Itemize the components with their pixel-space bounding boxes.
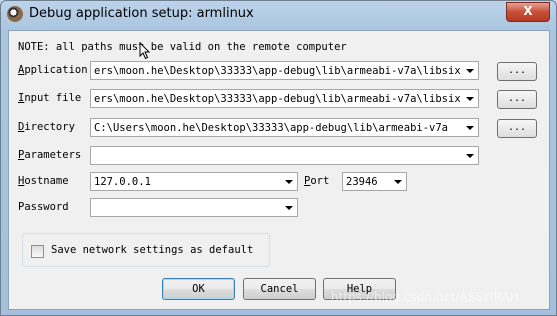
chevron-down-icon[interactable] <box>462 147 478 164</box>
title-bar[interactable]: Debug application setup: armlinux X <box>1 1 556 29</box>
password-label: Password <box>18 201 69 213</box>
hostname-label: Hostname <box>18 175 69 187</box>
chevron-down-icon[interactable] <box>462 119 478 136</box>
chevron-down-icon[interactable] <box>462 90 478 107</box>
input-file-value: ers\moon.he\Desktop\33333\app-debug\lib\… <box>94 93 479 105</box>
close-button[interactable]: X <box>506 2 550 22</box>
chevron-down-icon[interactable] <box>281 173 297 190</box>
save-settings-label[interactable]: Save network settings as default <box>51 244 253 256</box>
chevron-down-icon[interactable] <box>390 173 406 190</box>
input-file-browse-button[interactable]: ... <box>497 90 537 109</box>
directory-value: C:\Users\moon.he\Desktop\33333\app-debug… <box>94 122 449 134</box>
password-combo[interactable] <box>90 198 298 217</box>
app-icon <box>7 6 23 22</box>
note-text: NOTE: all paths must be valid on the rem… <box>18 41 347 53</box>
directory-label: Directory <box>18 121 75 133</box>
mouse-cursor-icon <box>139 42 151 60</box>
directory-browse-button[interactable]: ... <box>497 119 537 138</box>
save-settings-checkbox[interactable] <box>31 245 44 258</box>
port-combo[interactable]: 23946 <box>342 172 407 191</box>
watermark-text: https://blog.csdn.net/ASSYIRAH <box>331 290 519 304</box>
port-value: 23946 <box>346 176 378 188</box>
ok-button[interactable]: OK <box>162 278 235 300</box>
application-label: Application <box>18 64 88 76</box>
debug-setup-dialog: Debug application setup: armlinux X NOTE… <box>0 0 557 316</box>
application-value: ers\moon.he\Desktop\33333\app-debug\lib\… <box>94 65 479 77</box>
application-browse-button[interactable]: ... <box>497 62 537 81</box>
directory-combo[interactable]: C:\Users\moon.he\Desktop\33333\app-debug… <box>90 118 479 137</box>
chevron-down-icon[interactable] <box>281 199 297 216</box>
hostname-combo[interactable]: 127.0.0.1 <box>90 172 298 191</box>
chevron-down-icon[interactable] <box>462 62 478 79</box>
window-title: Debug application setup: armlinux <box>29 6 254 21</box>
application-combo[interactable]: ers\moon.he\Desktop\33333\app-debug\lib\… <box>90 61 479 80</box>
input-file-label: Input file <box>18 92 82 104</box>
cancel-button[interactable]: Cancel <box>243 278 316 300</box>
dialog-body: NOTE: all paths must be valid on the rem… <box>8 30 550 310</box>
port-label: Port <box>304 175 330 187</box>
save-settings-group: Save network settings as default <box>22 233 270 267</box>
parameters-combo[interactable] <box>90 146 479 165</box>
parameters-label: Parameters <box>18 149 82 161</box>
input-file-combo[interactable]: ers\moon.he\Desktop\33333\app-debug\lib\… <box>90 89 479 108</box>
hostname-value: 127.0.0.1 <box>94 176 151 188</box>
